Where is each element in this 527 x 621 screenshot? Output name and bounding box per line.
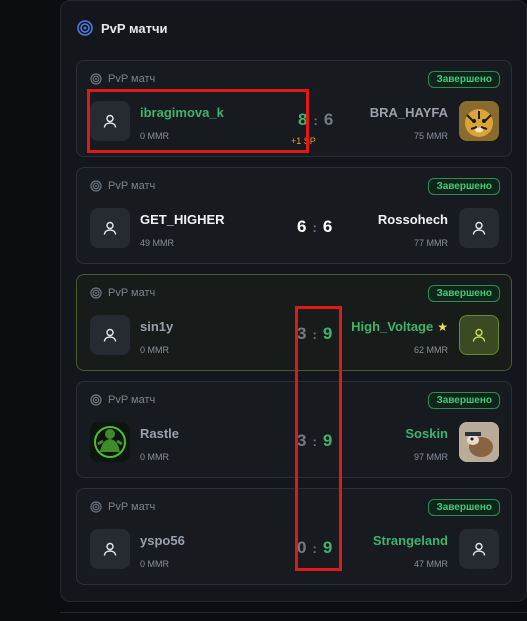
- score-left: 8: [298, 110, 308, 129]
- player-mmr-left: 0 MMR: [140, 452, 169, 462]
- match-score: 3 : 9: [297, 324, 332, 344]
- target-icon: [90, 501, 102, 513]
- score-right: 6: [322, 217, 333, 236]
- status-badge: Завершено: [428, 499, 500, 516]
- player-name-right[interactable]: Rossohech: [378, 212, 448, 227]
- match-card[interactable]: PvP матч Завершено ibragimova_k 0 MMR 8 …: [76, 60, 512, 157]
- match-card[interactable]: PvP матч Завершено yspo56 0 MMR 0 : 9 St…: [76, 488, 512, 585]
- hulk-avatar-image: [90, 422, 130, 462]
- target-icon: [90, 287, 102, 299]
- player-mmr-right: 75 MMR: [413, 131, 448, 141]
- target-icon: [90, 394, 102, 406]
- status-badge: Завершено: [428, 178, 500, 195]
- panel-title: PvP матчи: [101, 20, 168, 36]
- avatar[interactable]: [90, 101, 130, 141]
- score-right: 9: [322, 538, 333, 557]
- player-name-right[interactable]: High_Voltage: [351, 319, 433, 334]
- user-icon: [103, 221, 117, 235]
- animal-avatar-image: [459, 422, 499, 462]
- score-left: 3: [297, 324, 307, 343]
- user-icon: [472, 542, 486, 556]
- match-type-label: PvP матч: [108, 180, 156, 192]
- player-mmr-right: 47 MMR: [413, 559, 448, 569]
- match-card[interactable]: PvP матч Завершено Rastle 0 MMR 3 : 9 So…: [76, 381, 512, 478]
- match-type-label: PvP матч: [108, 501, 156, 513]
- avatar[interactable]: [459, 101, 499, 141]
- match-card[interactable]: PvP матч Завершено GET_HIGHER 49 MMR 6 :…: [76, 167, 512, 264]
- player-name-left[interactable]: GET_HIGHER: [140, 212, 225, 227]
- player-mmr-right: 77 MMR: [413, 238, 448, 248]
- match-type: PvP матч: [90, 501, 155, 513]
- avatar[interactable]: [459, 208, 499, 248]
- match-score: 0 : 9: [297, 538, 332, 558]
- score-left: 0: [297, 538, 307, 557]
- player-mmr-left: 0 MMR: [140, 345, 169, 355]
- player-name-right-wrap[interactable]: High_Voltage ★: [351, 319, 448, 334]
- player-name-left[interactable]: sin1y: [140, 319, 173, 334]
- match-score: 6 : 6: [297, 217, 332, 237]
- score-separator: :: [312, 327, 317, 342]
- avatar[interactable]: [459, 315, 499, 355]
- player-name-right[interactable]: Soskin: [405, 426, 448, 441]
- match-card[interactable]: PvP матч Завершено sin1y 0 MMR 3 : 9 Hig…: [76, 274, 512, 371]
- target-icon: [90, 180, 102, 192]
- avatar[interactable]: [90, 529, 130, 569]
- bonus-points: +1 SP: [291, 136, 316, 146]
- panel-header: PvP матчи: [77, 18, 168, 38]
- user-icon: [472, 328, 486, 342]
- target-icon: [77, 20, 93, 36]
- player-name-right[interactable]: BRA_HAYFA: [370, 105, 448, 120]
- avatar[interactable]: [90, 422, 130, 462]
- player-mmr-right: 97 MMR: [413, 452, 448, 462]
- score-right: 9: [322, 324, 333, 343]
- score-right: 6: [323, 110, 334, 129]
- match-type: PvP матч: [90, 394, 155, 406]
- player-mmr-right: 62 MMR: [413, 345, 448, 355]
- player-name-left[interactable]: ibragimova_k: [140, 105, 224, 120]
- score-separator: :: [312, 434, 317, 449]
- score-right: 9: [322, 431, 333, 450]
- player-name-left[interactable]: Rastle: [140, 426, 179, 441]
- match-type-label: PvP матч: [108, 287, 156, 299]
- player-name-right[interactable]: Strangeland: [373, 533, 448, 548]
- player-mmr-left: 0 MMR: [140, 559, 169, 569]
- pvp-matches-panel: PvP матчи PvP матч Завершено ibragimova_…: [60, 0, 527, 602]
- user-icon: [103, 114, 117, 128]
- status-badge: Завершено: [428, 392, 500, 409]
- match-type: PvP матч: [90, 180, 155, 192]
- score-left: 3: [297, 431, 307, 450]
- user-icon: [103, 542, 117, 556]
- score-separator: :: [312, 220, 317, 235]
- avatar[interactable]: [459, 529, 499, 569]
- player-mmr-left: 49 MMR: [140, 238, 175, 248]
- tiger-avatar-image: [459, 101, 499, 141]
- status-badge: Завершено: [428, 71, 500, 88]
- user-icon: [472, 221, 486, 235]
- match-score: 3 : 9: [297, 431, 332, 451]
- match-score: 8 : 6: [298, 110, 333, 130]
- avatar[interactable]: [459, 422, 499, 462]
- status-badge: Завершено: [428, 285, 500, 302]
- score-left: 6: [297, 217, 307, 236]
- player-name-left[interactable]: yspo56: [140, 533, 185, 548]
- match-type-label: PvP матч: [108, 73, 156, 85]
- match-type: PvP матч: [90, 287, 155, 299]
- score-separator: :: [312, 541, 317, 556]
- avatar[interactable]: [90, 208, 130, 248]
- user-icon: [103, 328, 117, 342]
- star-icon: ★: [437, 320, 448, 334]
- match-type-label: PvP матч: [108, 394, 156, 406]
- target-icon: [90, 73, 102, 85]
- match-type: PvP матч: [90, 73, 155, 85]
- player-mmr-left: 0 MMR: [140, 131, 169, 141]
- avatar[interactable]: [90, 315, 130, 355]
- score-separator: :: [313, 113, 318, 128]
